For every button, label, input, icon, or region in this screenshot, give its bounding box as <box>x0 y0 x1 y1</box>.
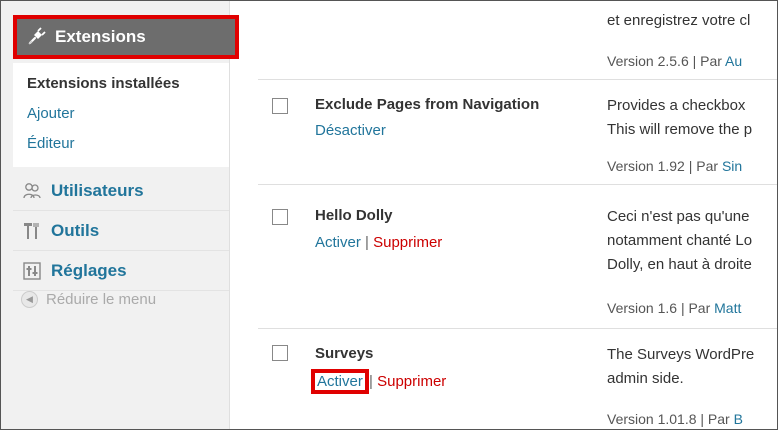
collapse-menu-button[interactable]: ◀ Réduire le menu <box>21 291 156 308</box>
plugin-description-line: notamment chanté Lo <box>607 232 753 249</box>
submenu-installed-plugins[interactable]: Extensions installées <box>27 75 180 92</box>
extensions-submenu: Extensions installées Ajouter Éditeur <box>13 63 229 167</box>
menu-extensions[interactable]: Extensions <box>13 15 239 59</box>
plugin-checkbox[interactable] <box>272 98 288 114</box>
plugin-actions: Activer | Supprimer <box>315 234 442 251</box>
plugin-name: Surveys <box>315 345 374 362</box>
plugin-version: Version 1.01.8 | Par B <box>607 411 743 427</box>
plugin-description-line: admin side. <box>607 370 684 387</box>
plugin-version: Version 1.6 | Par Matt <box>607 300 742 316</box>
settings-icon <box>21 260 43 282</box>
admin-sidebar: Extensions Extensions installées Ajouter… <box>1 1 239 429</box>
users-icon <box>21 180 43 202</box>
submenu-editor[interactable]: Éditeur <box>27 135 75 152</box>
plugin-description-line: Ceci n'est pas qu'une <box>607 208 750 225</box>
plugin-name: Exclude Pages from Navigation <box>315 96 540 113</box>
plugin-description-line: The Surveys WordPre <box>607 346 755 363</box>
submenu-add-plugin[interactable]: Ajouter <box>27 105 75 122</box>
plugin-plug-icon <box>25 26 47 48</box>
collapse-menu-label: Réduire le menu <box>46 291 157 308</box>
plugin-author-link[interactable]: B <box>734 411 743 427</box>
delete-link[interactable]: Supprimer <box>373 234 442 251</box>
menu-users[interactable]: Utilisateurs <box>13 171 229 211</box>
collapse-arrow-icon: ◀ <box>21 291 38 308</box>
plugin-author-link[interactable]: Sin <box>722 158 742 174</box>
activate-link[interactable]: Activer <box>311 369 369 394</box>
plugins-table: et enregistrez votre cl Version 2.5.6 | … <box>258 1 777 429</box>
menu-settings-label: Réglages <box>51 260 127 280</box>
plugin-description-line: This will remove the p <box>607 121 753 138</box>
plugin-row: Hello Dolly Activer | Supprimer Ceci n'e… <box>258 185 777 329</box>
action-separator: | <box>365 234 369 251</box>
plugin-version: Version 1.92 | Par Sin <box>607 158 743 174</box>
deactivate-link[interactable]: Désactiver <box>315 122 386 139</box>
plugin-description: et enregistrez votre cl <box>607 12 751 29</box>
action-separator: | <box>369 373 373 390</box>
activate-link[interactable]: Activer <box>315 234 361 251</box>
plugin-row: Surveys Activer | Supprimer The Surveys … <box>258 329 777 429</box>
plugin-description-line: Dolly, en haut à droite <box>607 256 752 273</box>
plugin-author-link[interactable]: Matt <box>714 300 741 316</box>
plugin-row: et enregistrez votre cl Version 2.5.6 | … <box>258 1 777 80</box>
delete-link[interactable]: Supprimer <box>377 373 446 390</box>
plugin-name: Hello Dolly <box>315 207 393 224</box>
plugin-checkbox[interactable] <box>272 209 288 225</box>
plugin-version: Version 2.5.6 | Par Au <box>607 53 743 69</box>
menu-tools-label: Outils <box>51 220 100 240</box>
menu-settings[interactable]: Réglages <box>13 251 229 291</box>
tools-icon <box>21 220 43 242</box>
plugin-actions: Activer | Supprimer <box>311 369 446 394</box>
plugin-description-line: Provides a checkbox <box>607 97 746 114</box>
plugin-row: Exclude Pages from Navigation Désactiver… <box>258 80 777 185</box>
plugin-actions: Désactiver <box>315 122 386 139</box>
screenshot-frame: Extensions Extensions installées Ajouter… <box>0 0 778 430</box>
menu-extensions-label: Extensions <box>55 27 146 46</box>
menu-tools[interactable]: Outils <box>13 211 229 251</box>
menu-users-label: Utilisateurs <box>51 180 144 200</box>
plugin-checkbox[interactable] <box>272 345 288 361</box>
plugin-author-link[interactable]: Au <box>725 53 742 69</box>
